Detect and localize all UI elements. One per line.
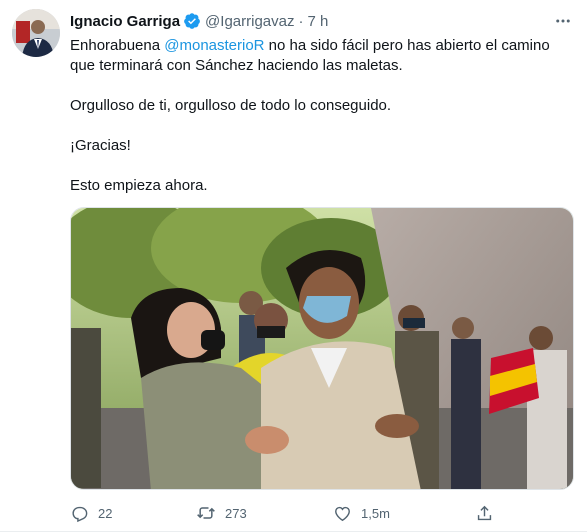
mention-link[interactable]: @monasterioR xyxy=(164,37,264,54)
retweet-button[interactable]: 273 xyxy=(196,501,247,525)
tweet-timestamp[interactable]: 7 h xyxy=(307,13,328,30)
like-button[interactable]: 1,5m xyxy=(333,501,390,525)
tweet-paragraph-1: Enhorabuena @monasterioR no ha sido fáci… xyxy=(70,36,575,76)
tweet-paragraph-4: Esto empieza ahora. xyxy=(70,177,208,194)
heart-icon xyxy=(333,504,352,523)
retweet-count: 273 xyxy=(225,505,247,521)
header-separator: · xyxy=(298,12,304,30)
reply-count: 22 xyxy=(98,505,113,521)
tweet-text-segment: Enhorabuena xyxy=(70,37,165,54)
tweet-header: Ignacio Garriga @Igarrigavaz · 7 h xyxy=(70,11,328,31)
retweet-icon xyxy=(196,503,216,523)
author-display-name[interactable]: Ignacio Garriga xyxy=(70,13,180,30)
tweet-card[interactable]: Ignacio Garriga @Igarrigavaz · 7 h Enhor… xyxy=(0,0,587,532)
tweet-photo[interactable] xyxy=(70,207,574,490)
reply-icon xyxy=(70,504,89,523)
tweet-paragraph-2: Orgulloso de ti, orgulloso de todo lo co… xyxy=(70,97,392,114)
tweet-text: Enhorabuena @monasterioR no ha sido fáci… xyxy=(70,36,575,216)
tweet-actions: 22 273 1,5m xyxy=(70,501,510,525)
more-dots-icon[interactable] xyxy=(551,10,575,32)
share-icon xyxy=(475,504,494,523)
like-count: 1,5m xyxy=(361,505,390,521)
reply-button[interactable]: 22 xyxy=(70,501,112,525)
verified-badge-icon xyxy=(183,12,201,30)
author-handle[interactable]: @Igarrigavaz xyxy=(205,13,294,30)
avatar[interactable] xyxy=(12,9,60,57)
tweet-paragraph-3: ¡Gracias! xyxy=(70,137,131,154)
share-button[interactable] xyxy=(475,501,494,525)
